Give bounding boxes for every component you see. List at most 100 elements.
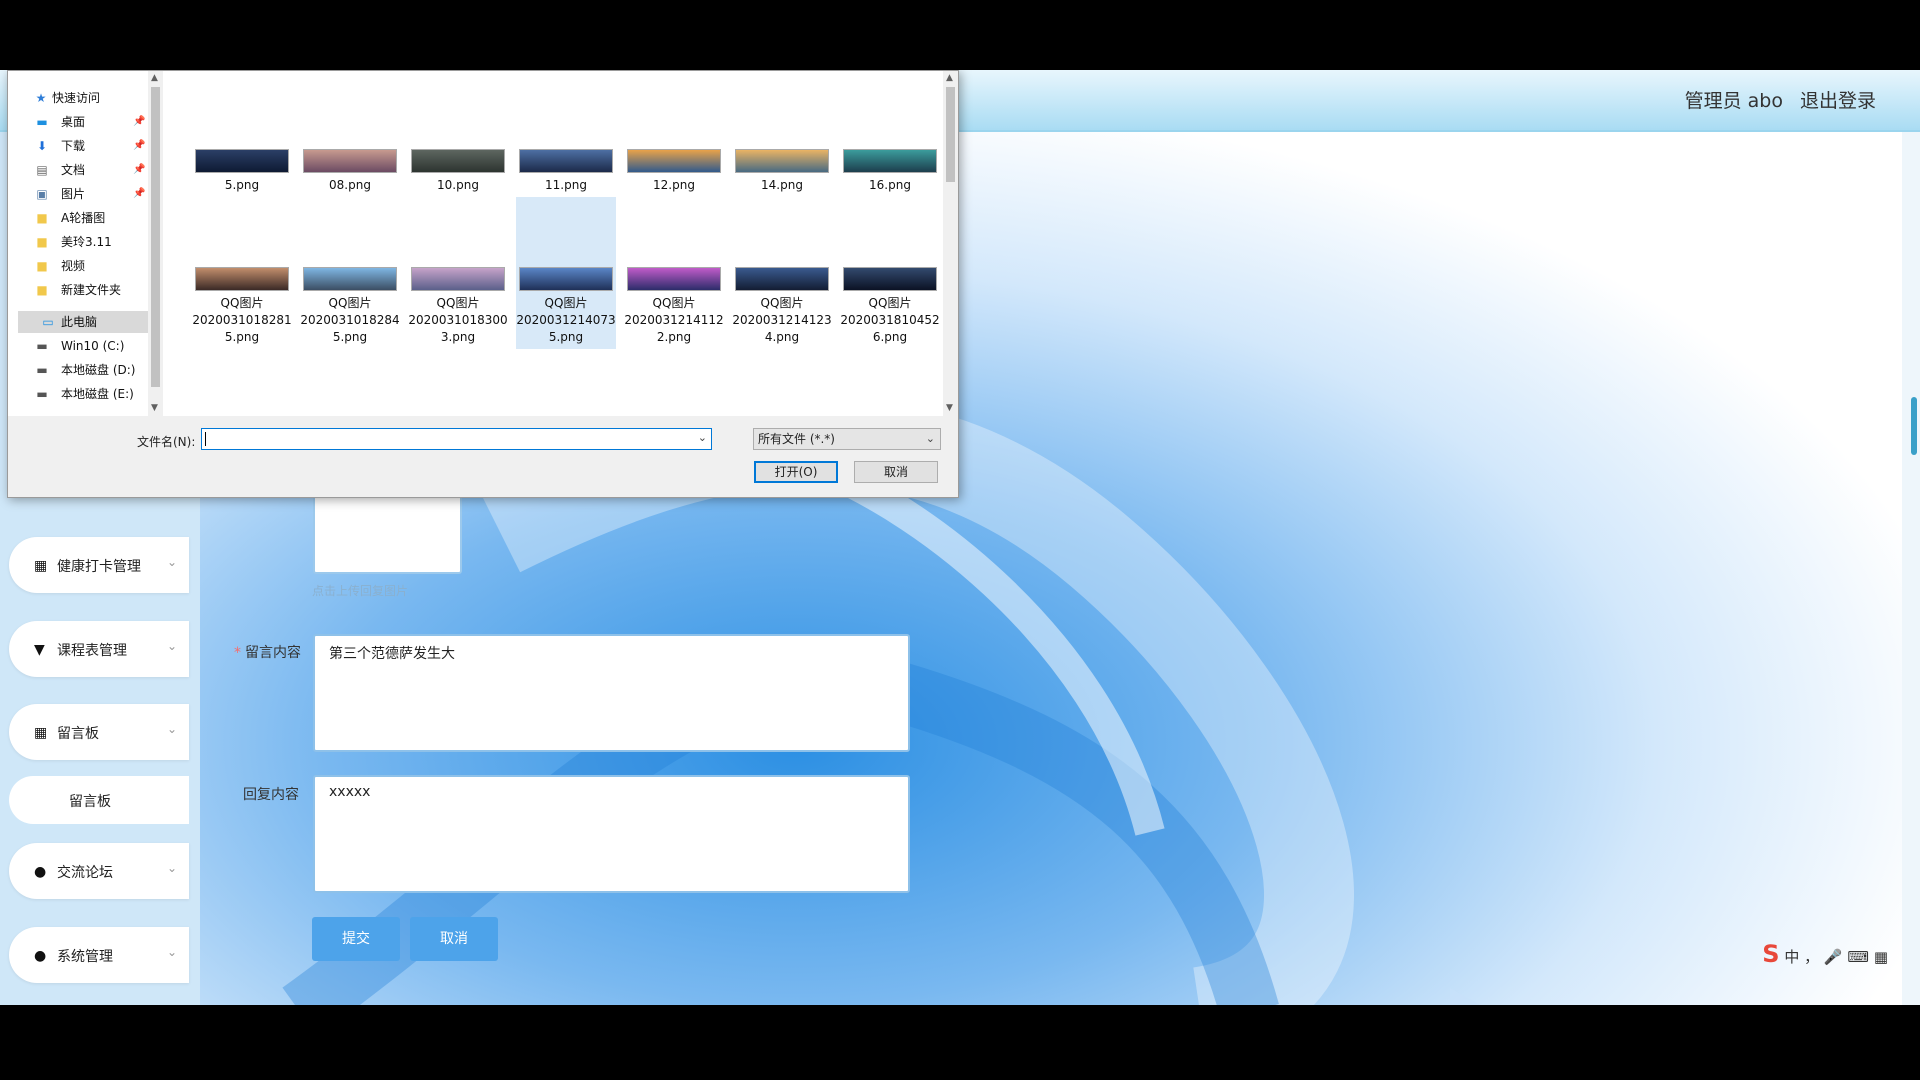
file-item[interactable]: QQ图片 2020031810452 6.png — [840, 267, 940, 346]
pin-icon: 📌 — [133, 188, 146, 199]
pin-icon: 📌 — [133, 116, 146, 127]
nav-this-pc[interactable]: ▭ 此电脑 — [18, 311, 148, 333]
page-scrollbar[interactable] — [1902, 132, 1920, 1005]
sidebar-item-health-checkin[interactable]: ▦ 健康打卡管理 ⌄ — [9, 537, 189, 593]
desktop-icon: ▬ — [36, 115, 48, 129]
file-name-line: 4.png — [764, 330, 800, 344]
nav-drive-d[interactable]: ▬ 本地磁盘 (D:) — [8, 359, 148, 381]
nav-drive-e[interactable]: ▬ 本地磁盘 (E:) — [8, 383, 148, 405]
nav-drive-c[interactable]: ▬ Win10 (C:) — [8, 335, 148, 357]
file-name-line: QQ图片 — [652, 296, 696, 310]
file-thumbnail — [411, 267, 505, 291]
open-button[interactable]: 打开(O) — [754, 461, 838, 483]
file-thumbnail — [195, 267, 289, 291]
file-name-line: QQ图片 — [436, 296, 480, 310]
nav-folder-new[interactable]: ■ 新建文件夹 — [8, 279, 148, 301]
file-name: 12.png — [653, 178, 695, 192]
file-item[interactable]: QQ图片 2020031214112 2.png — [624, 267, 724, 346]
file-item[interactable]: 14.png — [732, 149, 832, 194]
submit-button[interactable]: 提交 — [312, 917, 400, 961]
chevron-down-icon: ⌄ — [925, 432, 935, 445]
nav-label: 新建文件夹 — [61, 283, 122, 297]
file-item[interactable]: 12.png — [624, 149, 724, 194]
file-item[interactable]: QQ图片 2020031018284 5.png — [300, 267, 400, 346]
microphone-icon[interactable]: 🎤 — [1824, 948, 1843, 966]
file-item-selected[interactable]: QQ图片 2020031214073 5.png — [516, 197, 616, 349]
sidebar-item-system[interactable]: ● 系统管理 ⌄ — [9, 927, 189, 983]
sidebar-item-label: 留言板 — [57, 726, 99, 742]
nav-downloads[interactable]: ⬇ 下载 📌 — [8, 135, 148, 157]
admin-user-label: 管理员 abo — [1684, 90, 1783, 112]
file-list-scrollbar-thumb[interactable] — [946, 87, 955, 182]
nav-documents[interactable]: ▤ 文档 📌 — [8, 159, 148, 181]
message-content-label: * 留言内容 — [234, 642, 301, 662]
nav-quick-access[interactable]: ★ 快速访问 — [8, 87, 148, 109]
folder-icon: ■ — [36, 211, 48, 225]
nav-scrollbar-thumb[interactable] — [151, 87, 160, 387]
nav-desktop[interactable]: ▬ 桌面 📌 — [8, 111, 148, 133]
filename-input[interactable]: ⌄ — [201, 428, 712, 450]
page-scrollbar-thumb[interactable] — [1911, 397, 1917, 455]
file-thumbnail — [519, 149, 613, 173]
chevron-down-icon[interactable]: ⌄ — [698, 431, 707, 444]
scroll-down-icon[interactable]: ▼ — [946, 403, 953, 413]
reply-content-label: 回复内容 — [243, 787, 299, 803]
nav-pictures[interactable]: ▣ 图片 📌 — [8, 183, 148, 205]
file-name-line: 5.png — [332, 330, 368, 344]
keyboard-icon[interactable]: ⌨ — [1847, 948, 1869, 966]
scroll-up-icon[interactable]: ▲ — [151, 73, 158, 83]
chevron-down-icon: ⌄ — [166, 861, 177, 875]
play-watermark-icon — [1450, 988, 1510, 1005]
file-name: 16.png — [869, 178, 911, 192]
nav-label: 快速访问 — [52, 91, 101, 105]
logout-link[interactable]: 退出登录 — [1800, 86, 1876, 113]
nav-label: 视频 — [61, 259, 86, 273]
file-name-line: 2020031018281 — [192, 313, 292, 327]
file-item[interactable]: 10.png — [408, 149, 508, 194]
file-thumbnail — [843, 267, 937, 291]
sidebar-item-label: 系统管理 — [57, 949, 113, 965]
chevron-down-icon: ⌄ — [166, 722, 177, 736]
file-thumbnail — [735, 149, 829, 173]
file-item[interactable]: QQ图片 2020031214123 4.png — [732, 267, 832, 346]
filetype-select[interactable]: 所有文件 (*.*) ⌄ — [753, 428, 941, 450]
cancel-button[interactable]: 取消 — [410, 917, 498, 961]
file-name-line: 2.png — [656, 330, 692, 344]
file-name-line: 5.png — [548, 330, 584, 344]
file-item[interactable]: QQ图片 2020031018300 3.png — [408, 267, 508, 346]
file-item[interactable]: 5.png — [192, 149, 292, 194]
file-item[interactable]: 16.png — [840, 149, 940, 194]
filetype-value: 所有文件 (*.*) — [758, 432, 835, 446]
message-content-textarea[interactable]: 第三个范德萨发生大 — [313, 634, 910, 752]
sidebar-item-label: 健康打卡管理 — [57, 559, 141, 575]
nav-folder-meiling[interactable]: ■ 美玲3.11 — [8, 231, 148, 253]
file-list-scrollbar[interactable]: ▲ ▼ — [943, 71, 958, 416]
file-thumbnail — [303, 267, 397, 291]
nav-scrollbar[interactable]: ▲ ▼ — [148, 71, 163, 416]
file-name-line: QQ图片 — [760, 296, 804, 310]
file-item[interactable]: QQ图片 2020031018281 5.png — [192, 267, 292, 346]
picture-icon: ▣ — [36, 187, 48, 201]
sidebar-item-message-board[interactable]: ▦ 留言板 ⌄ — [9, 704, 189, 760]
file-thumbnail — [519, 267, 613, 291]
nav-label: 本地磁盘 (E:) — [61, 387, 134, 401]
sidebar-item-course-schedule[interactable]: ▼ 课程表管理 ⌄ — [9, 621, 189, 677]
nav-label: 美玲3.11 — [61, 235, 112, 249]
ime-mode-icon[interactable]: 中 ， — [1784, 948, 1819, 966]
sidebar-item-forum[interactable]: ● 交流论坛 ⌄ — [9, 843, 189, 899]
grid-menu-icon[interactable]: ▦ — [1874, 948, 1888, 966]
nav-folder-video[interactable]: ■ 视频 — [8, 255, 148, 277]
file-name-line: 2020031214123 — [732, 313, 832, 327]
reply-content-textarea[interactable]: xxxxx — [313, 775, 910, 893]
sidebar-subitem-message-board[interactable]: 留言板 — [9, 776, 189, 824]
folder-icon: ■ — [36, 283, 48, 297]
ime-toolbar[interactable]: S 中 ， 🎤 ⌨ ▦ — [1762, 940, 1888, 968]
scroll-up-icon[interactable]: ▲ — [946, 73, 953, 83]
file-item[interactable]: 11.png — [516, 149, 616, 194]
dialog-cancel-button[interactable]: 取消 — [854, 461, 938, 483]
download-icon: ⬇ — [36, 139, 48, 153]
nav-label: 桌面 — [61, 115, 86, 129]
scroll-down-icon[interactable]: ▼ — [151, 403, 158, 413]
nav-folder-a[interactable]: ■ A轮播图 — [8, 207, 148, 229]
file-item[interactable]: 08.png — [300, 149, 400, 194]
